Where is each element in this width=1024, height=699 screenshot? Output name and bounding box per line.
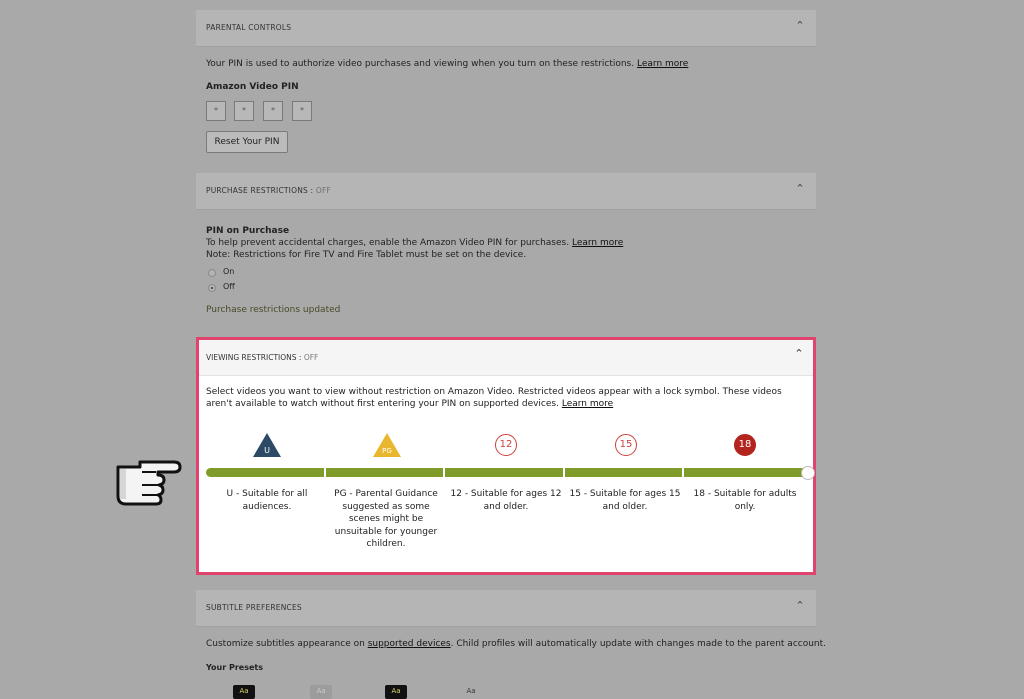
restriction-slider-handle[interactable] (801, 466, 815, 480)
purchase-on-radio[interactable] (208, 269, 216, 277)
viewing-learn-more-link[interactable]: Learn more (562, 399, 613, 409)
purchase-off-radio[interactable] (208, 284, 216, 292)
pin-on-purchase-title: PIN on Purchase (206, 226, 290, 236)
purchase-on-label: On (223, 267, 235, 276)
parental-controls-header[interactable]: PARENTAL CONTROLS ⌃ (196, 10, 816, 47)
rating-18-label: 18 - Suitable for adults only. (693, 489, 797, 512)
presets-label: Your Presets (206, 663, 263, 672)
parental-description-text: Your PIN is used to authorize video purc… (206, 59, 635, 69)
purchase-line-2: Note: Restrictions for Fire TV and Fire … (206, 250, 527, 260)
restriction-slider-track[interactable] (206, 468, 806, 477)
viewing-description-text: Select videos you want to view without r… (206, 387, 782, 409)
reset-pin-button[interactable]: Reset Your PIN (206, 131, 288, 153)
rating-pg-label: PG - Parental Guidance suggested as some… (334, 489, 438, 549)
u-rating-triangle-icon: U (253, 433, 281, 457)
rating-u-label: U - Suitable for all audiences. (226, 489, 308, 512)
viewing-description: Select videos you want to view without r… (206, 386, 796, 410)
purchase-restrictions-title: PURCHASE RESTRICTIONS : OFF (206, 186, 331, 195)
purchase-restrictions-body: PIN on Purchase To help prevent accident… (196, 210, 816, 337)
pin-digit-1[interactable]: * (206, 101, 226, 121)
purchase-learn-more-link[interactable]: Learn more (572, 238, 623, 248)
u-badge-text: U (264, 446, 270, 455)
subtitle-preferences-title: SUBTITLE PREFERENCES (206, 603, 302, 612)
chevron-up-icon[interactable]: ⌃ (794, 600, 806, 612)
rating-15[interactable]: 15 (566, 432, 686, 456)
pin-label: Amazon Video PIN (206, 82, 299, 92)
chevron-up-icon[interactable]: ⌃ (794, 20, 806, 32)
subtitle-description-post: . Child profiles will automatically upda… (450, 639, 827, 649)
slider-divider (324, 468, 326, 477)
pointing-hand-icon (116, 460, 182, 506)
rating-15-label: 15 - Suitable for ages 15 and older. (569, 489, 681, 512)
viewing-restrictions-header[interactable]: VIEWING RESTRICTIONS : OFF ⌃ (199, 340, 813, 376)
rating-12-label: 12 - Suitable for ages 12 and older. (450, 489, 562, 512)
parental-controls-title: PARENTAL CONTROLS (206, 23, 292, 32)
viewing-restrictions-panel: VIEWING RESTRICTIONS : OFF ⌃ Select vide… (196, 337, 816, 575)
subtitle-description: Customize subtitles appearance on suppor… (206, 639, 826, 649)
rating-12[interactable]: 12 (446, 432, 566, 456)
pin-digit-4[interactable]: * (292, 101, 312, 121)
purchase-off-label: Off (223, 282, 235, 291)
supported-devices-link[interactable]: supported devices (368, 639, 451, 649)
chevron-up-icon[interactable]: ⌃ (794, 183, 806, 195)
pin-digit-2[interactable]: * (234, 101, 254, 121)
pg-badge-text: PG (382, 447, 392, 455)
pin-digit-3[interactable]: * (263, 101, 283, 121)
purchase-restrictions-header[interactable]: PURCHASE RESTRICTIONS : OFF ⌃ (196, 173, 816, 210)
rating-u[interactable]: U (207, 432, 327, 462)
rating-pg[interactable]: PG (327, 432, 447, 462)
purchase-line-1-text: To help prevent accidental charges, enab… (206, 238, 570, 248)
purchase-status: OFF (315, 186, 331, 195)
parental-learn-more-link[interactable]: Learn more (637, 59, 688, 69)
viewing-status: OFF (303, 353, 319, 362)
slider-divider (563, 468, 565, 477)
rating-18[interactable]: 18 (685, 432, 805, 456)
rating-18-badge-icon: 18 (734, 434, 756, 456)
viewing-header-label: VIEWING RESTRICTIONS : (206, 353, 304, 362)
slider-divider (443, 468, 445, 477)
viewing-restrictions-title: VIEWING RESTRICTIONS : OFF (206, 353, 318, 362)
subtitle-description-pre: Customize subtitles appearance on (206, 639, 365, 649)
pg-rating-triangle-icon: PG (373, 433, 401, 457)
parental-controls-body: Your PIN is used to authorize video purc… (196, 47, 816, 173)
purchase-header-label: PURCHASE RESTRICTIONS : (206, 186, 316, 195)
rating-15-badge-icon: 15 (615, 434, 637, 456)
subtitle-preferences-body: Customize subtitles appearance on suppor… (196, 627, 826, 699)
subtitle-preferences-header[interactable]: SUBTITLE PREFERENCES ⌃ (196, 590, 816, 627)
chevron-up-icon[interactable]: ⌃ (793, 348, 805, 360)
purchase-line-1: To help prevent accidental charges, enab… (206, 238, 623, 248)
rating-12-badge-icon: 12 (495, 434, 517, 456)
slider-divider (682, 468, 684, 477)
purchase-updated-message: Purchase restrictions updated (206, 305, 341, 315)
parental-description: Your PIN is used to authorize video purc… (206, 59, 688, 69)
